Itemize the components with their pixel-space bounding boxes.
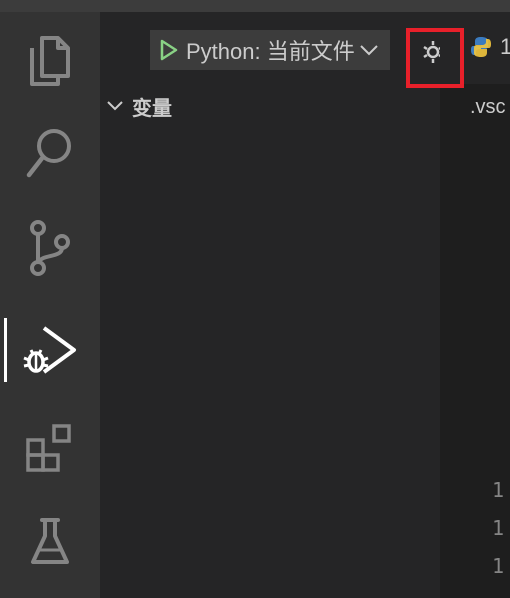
activity-search[interactable] <box>0 114 100 194</box>
extensions-icon <box>26 424 71 472</box>
activity-bar <box>0 12 100 598</box>
activity-source-control[interactable] <box>0 208 100 288</box>
breadcrumb[interactable]: .vsc <box>470 96 506 119</box>
annotation-highlight-box <box>406 28 464 88</box>
variables-title: 变量 <box>132 97 172 120</box>
variables-section-header[interactable]: 变量 <box>106 92 172 120</box>
debug-config-bar: Python: 当前文件 <box>150 30 390 70</box>
activity-explorer[interactable] <box>0 20 100 100</box>
source-control-icon <box>30 220 70 276</box>
editor-tab-label[interactable]: 1 <box>500 34 510 60</box>
activity-run-debug[interactable] <box>0 310 100 390</box>
chevron-down-icon <box>360 45 378 56</box>
run-debug-icon <box>23 326 76 374</box>
run-debug-sidebar: Python: 当前文件 变量 <box>100 12 443 598</box>
activity-testing[interactable] <box>0 502 100 582</box>
vscode-window: Python: 当前文件 变量 1 .vsc 1 1 1 <box>0 0 510 598</box>
debug-config-select[interactable]: Python: 当前文件 <box>186 34 354 66</box>
line-number: 1 <box>492 516 505 540</box>
python-file-icon <box>471 37 491 57</box>
play-icon <box>160 39 178 61</box>
activity-extensions[interactable] <box>0 408 100 488</box>
line-number: 1 <box>492 478 505 502</box>
files-icon <box>30 36 70 86</box>
title-bar <box>0 0 510 12</box>
start-debugging-button[interactable] <box>152 30 186 70</box>
testing-icon <box>31 518 69 564</box>
chevron-down-icon <box>107 101 123 111</box>
search-icon <box>26 129 71 178</box>
line-number: 1 <box>492 554 505 578</box>
config-dropdown-toggle[interactable] <box>354 30 384 70</box>
